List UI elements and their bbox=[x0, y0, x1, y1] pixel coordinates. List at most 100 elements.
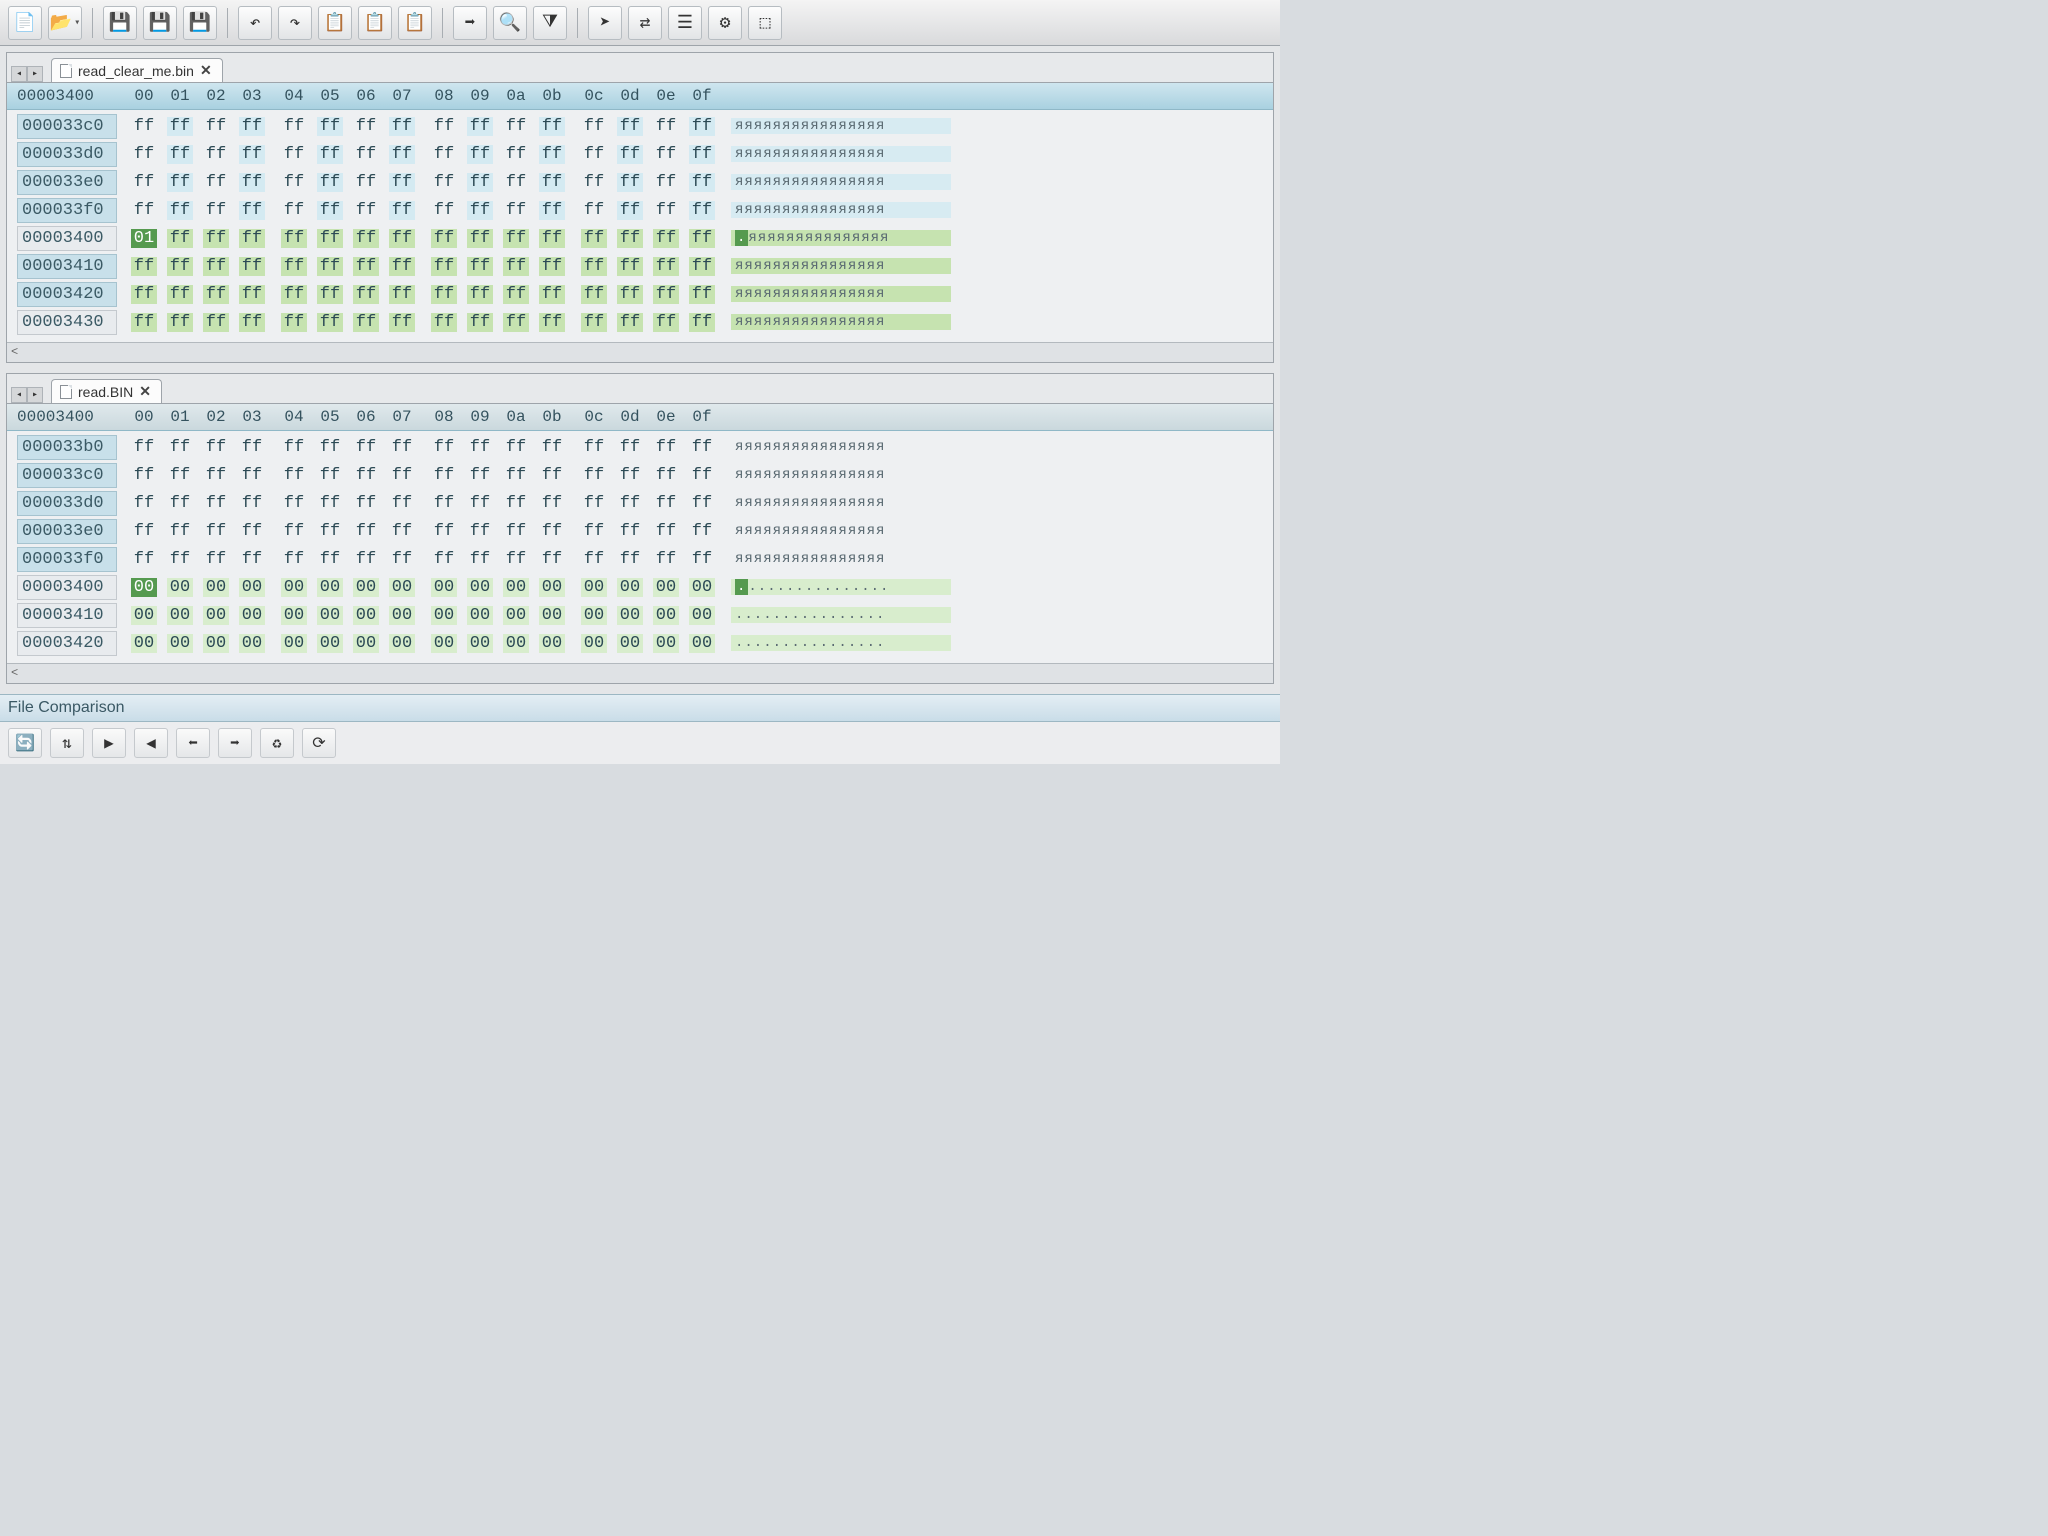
copy-left-icon[interactable]: ⬅ bbox=[176, 728, 210, 758]
hex-row[interactable]: 000033f0ffffffffffffffffffffffffffffffff… bbox=[17, 196, 1263, 224]
hex-row[interactable]: 000033c0ffffffffffffffffffffffffffffffff… bbox=[17, 461, 1263, 489]
hex-byte[interactable]: ff bbox=[239, 494, 265, 513]
hex-byte[interactable]: ff bbox=[539, 201, 565, 220]
hex-byte[interactable]: ff bbox=[689, 229, 715, 248]
hex-byte[interactable]: ff bbox=[503, 466, 529, 485]
hex-byte[interactable]: ff bbox=[131, 145, 157, 164]
hex-byte[interactable]: ff bbox=[167, 466, 193, 485]
hex-row[interactable]: 0000342000000000000000000000000000000000… bbox=[17, 629, 1263, 657]
hex-byte[interactable]: 00 bbox=[653, 606, 679, 625]
hex-byte[interactable]: ff bbox=[353, 117, 379, 136]
hex-byte[interactable]: ff bbox=[317, 117, 343, 136]
hex-byte[interactable]: ff bbox=[617, 522, 643, 541]
hex-byte[interactable]: ff bbox=[167, 438, 193, 457]
hex-byte[interactable]: 00 bbox=[653, 634, 679, 653]
hex-byte[interactable]: ff bbox=[503, 145, 529, 164]
hex-byte[interactable]: ff bbox=[431, 257, 457, 276]
hex-byte[interactable]: ff bbox=[203, 438, 229, 457]
hex-byte[interactable]: ff bbox=[581, 257, 607, 276]
hex-byte[interactable]: ff bbox=[689, 550, 715, 569]
hex-byte[interactable]: ff bbox=[203, 285, 229, 304]
hex-byte[interactable]: 00 bbox=[389, 606, 415, 625]
hex-byte[interactable]: ff bbox=[617, 438, 643, 457]
hex-byte[interactable]: ff bbox=[467, 313, 493, 332]
hex-byte[interactable]: ff bbox=[503, 173, 529, 192]
hex-byte[interactable]: 00 bbox=[539, 634, 565, 653]
hex-byte[interactable]: ff bbox=[431, 438, 457, 457]
hex-byte[interactable]: ff bbox=[389, 117, 415, 136]
merge-icon[interactable]: ♻ bbox=[260, 728, 294, 758]
hex-byte[interactable]: ff bbox=[467, 438, 493, 457]
hex-byte[interactable]: ff bbox=[239, 173, 265, 192]
hex-byte[interactable]: 00 bbox=[281, 634, 307, 653]
hex-row[interactable]: 000033d0ffffffffffffffffffffffffffffffff… bbox=[17, 140, 1263, 168]
hex-byte[interactable]: ff bbox=[353, 201, 379, 220]
hex-byte[interactable]: ff bbox=[581, 285, 607, 304]
hex-byte[interactable]: 01 bbox=[131, 229, 157, 248]
hex-byte[interactable]: 00 bbox=[431, 634, 457, 653]
hex-byte[interactable]: ff bbox=[689, 201, 715, 220]
hex-row[interactable]: 00003430ffffffffffffffffffffffffffffffff… bbox=[17, 308, 1263, 336]
hex-byte[interactable]: ff bbox=[353, 285, 379, 304]
hex-byte[interactable]: ff bbox=[131, 173, 157, 192]
hex-byte[interactable]: ff bbox=[431, 313, 457, 332]
hex-byte[interactable]: ff bbox=[653, 550, 679, 569]
tool2-icon[interactable]: ⬚ bbox=[748, 6, 782, 40]
hex-byte[interactable]: ff bbox=[203, 522, 229, 541]
hex-row[interactable]: 000033b0ffffffffffffffffffffffffffffffff… bbox=[17, 433, 1263, 461]
save-as-icon[interactable]: 💾 bbox=[143, 6, 177, 40]
hex-byte[interactable]: ff bbox=[353, 257, 379, 276]
hex-byte[interactable]: ff bbox=[317, 201, 343, 220]
hex-byte[interactable]: 00 bbox=[131, 606, 157, 625]
hex-byte[interactable]: 00 bbox=[689, 634, 715, 653]
hex-byte[interactable]: ff bbox=[131, 257, 157, 276]
hex-byte[interactable]: ff bbox=[389, 229, 415, 248]
hex-byte[interactable]: ff bbox=[653, 173, 679, 192]
hex-byte[interactable]: ff bbox=[539, 117, 565, 136]
hex-byte[interactable]: ff bbox=[539, 313, 565, 332]
tab-next-icon[interactable]: ▸ bbox=[27, 387, 43, 403]
hex-byte[interactable]: ff bbox=[653, 285, 679, 304]
hex-byte[interactable]: ff bbox=[539, 438, 565, 457]
hex-byte[interactable]: 00 bbox=[653, 578, 679, 597]
hex-byte[interactable]: ff bbox=[239, 285, 265, 304]
hex-byte[interactable]: ff bbox=[431, 522, 457, 541]
hex-byte[interactable]: ff bbox=[467, 550, 493, 569]
hex-byte[interactable]: ff bbox=[653, 117, 679, 136]
hex-body-bottom[interactable]: 000033b0ffffffffffffffffffffffffffffffff… bbox=[7, 431, 1273, 663]
hex-byte[interactable]: ff bbox=[539, 257, 565, 276]
hex-byte[interactable]: ff bbox=[167, 173, 193, 192]
hex-byte[interactable]: ff bbox=[689, 117, 715, 136]
hex-byte[interactable]: ff bbox=[239, 438, 265, 457]
hex-byte[interactable]: ff bbox=[467, 201, 493, 220]
hex-byte[interactable]: ff bbox=[203, 494, 229, 513]
hex-byte[interactable]: ff bbox=[167, 550, 193, 569]
hex-byte[interactable]: ff bbox=[689, 257, 715, 276]
hex-byte[interactable]: ff bbox=[167, 313, 193, 332]
hex-byte[interactable]: ff bbox=[617, 313, 643, 332]
hex-byte[interactable]: ff bbox=[131, 466, 157, 485]
hex-byte[interactable]: 00 bbox=[503, 634, 529, 653]
hex-byte[interactable]: ff bbox=[581, 173, 607, 192]
hex-byte[interactable]: ff bbox=[653, 229, 679, 248]
hex-row[interactable]: 000033e0ffffffffffffffffffffffffffffffff… bbox=[17, 168, 1263, 196]
tab-next-icon[interactable]: ▸ bbox=[27, 66, 43, 82]
hex-byte[interactable]: ff bbox=[131, 201, 157, 220]
hex-byte[interactable]: ff bbox=[539, 466, 565, 485]
hex-byte[interactable]: ff bbox=[467, 145, 493, 164]
hex-byte[interactable]: ff bbox=[281, 145, 307, 164]
hex-byte[interactable]: ff bbox=[131, 313, 157, 332]
copy-right-icon[interactable]: ➡ bbox=[218, 728, 252, 758]
goto-icon[interactable]: ➤ bbox=[588, 6, 622, 40]
hex-byte[interactable]: ff bbox=[239, 522, 265, 541]
hex-byte[interactable]: ff bbox=[281, 438, 307, 457]
hex-byte[interactable]: 00 bbox=[203, 606, 229, 625]
hex-byte[interactable]: ff bbox=[689, 145, 715, 164]
hex-byte[interactable]: ff bbox=[581, 229, 607, 248]
hex-byte[interactable]: ff bbox=[281, 522, 307, 541]
hex-byte[interactable]: ff bbox=[353, 229, 379, 248]
filter-icon[interactable]: ⧩ bbox=[533, 6, 567, 40]
hex-byte[interactable]: ff bbox=[131, 285, 157, 304]
hex-body-top[interactable]: 000033c0ffffffffffffffffffffffffffffffff… bbox=[7, 110, 1273, 342]
sync-icon[interactable]: 🔄 bbox=[8, 728, 42, 758]
